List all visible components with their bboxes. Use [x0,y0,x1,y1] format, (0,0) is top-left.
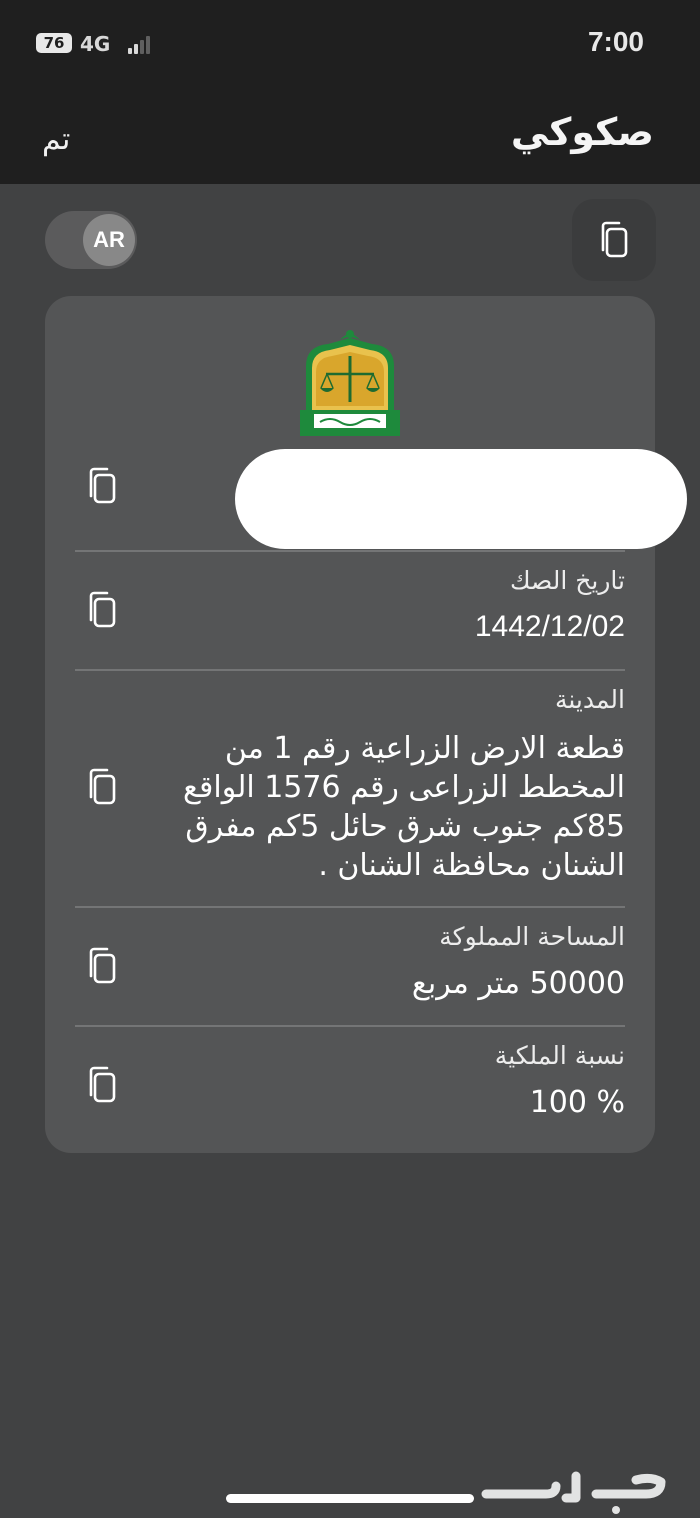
haraj-watermark-logo [481,1471,666,1514]
field-value: 1442/12/02 [474,610,625,643]
status-bar: 76 4G 7:00 [0,0,700,88]
field-value: % 100 [529,1085,625,1120]
field-label: المدينة [554,685,625,714]
field-label: نسبة الملكية [494,1041,625,1070]
field-label: المساحة المملوكة [439,922,625,951]
copy-icon[interactable] [85,767,119,807]
deed-card: تاريخ الصك 1442/12/02 المدينة قطعة الارض… [45,296,655,1153]
field-row-owned-area: المساحة المملوكة 50000 متر مربع [75,906,625,1026]
field-row-deed-date: تاريخ الصك 1442/12/02 [75,550,625,670]
copy-all-button[interactable] [572,199,656,281]
copy-icon[interactable] [85,1065,119,1105]
battery-indicator: 76 [36,33,72,53]
field-value: قطعة الارض الزراعية رقم 1 من المخطط الزر… [183,731,625,883]
ministry-of-justice-logo [300,330,400,436]
field-row-city: المدينة قطعة الارض الزراعية رقم 1 من الم… [75,669,625,907]
field-value: 50000 متر مربع [411,966,625,1001]
page-title: صكوكي [510,110,654,154]
clock: 7:00 [587,26,644,57]
network-type: 4G [80,32,111,56]
field-row-ownership-percentage: نسبة الملكية % 100 [75,1025,625,1145]
home-indicator [226,1494,474,1503]
copy-icon[interactable] [85,590,119,630]
navigation-bar: صكوكي تم [0,88,700,184]
language-toggle-label: AR [83,214,135,266]
copy-icon [601,221,628,258]
redacted-deed-number [235,449,687,549]
field-label: تاريخ الصك [509,566,625,595]
copy-icon[interactable] [85,946,119,986]
done-button[interactable]: تم [42,122,70,157]
signal-icon [128,36,154,54]
language-toggle[interactable]: AR [45,211,137,269]
copy-icon[interactable] [85,466,119,506]
